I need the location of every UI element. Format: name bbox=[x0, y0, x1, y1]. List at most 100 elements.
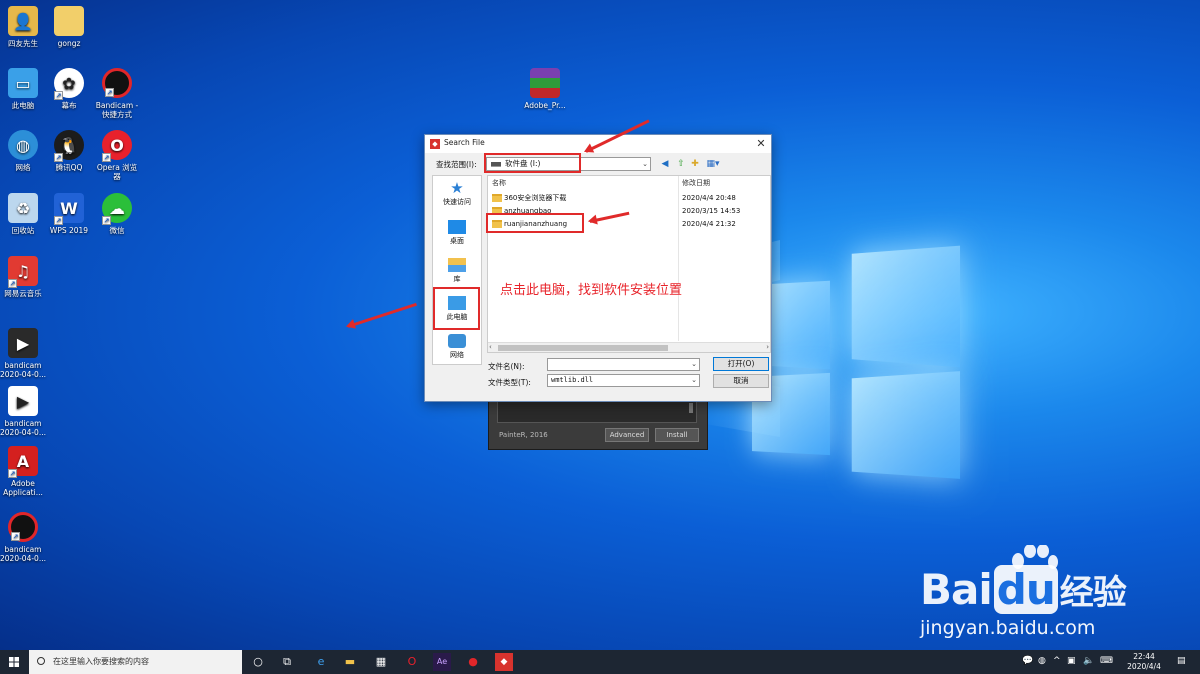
desktop-icon-user[interactable]: 👤 四友先生 bbox=[0, 6, 46, 48]
up-folder-icon[interactable]: ⇧ bbox=[675, 158, 687, 170]
installer-taskbar-icon[interactable]: ◆ bbox=[495, 653, 513, 671]
desktop-icon-gongz[interactable]: gongz bbox=[46, 6, 92, 48]
taskbar: 在这里输入你要搜索的内容 ○ ⧉ e ▬ ▦ O Ae ● ◆ 💬 ◍ ^ ▣ … bbox=[0, 650, 1200, 674]
taskbar-search-box[interactable]: 在这里输入你要搜索的内容 bbox=[29, 650, 242, 674]
desktop-icon-bandicam-video-2[interactable]: ▶ bandicam 2020-04-0... bbox=[0, 386, 46, 437]
desktop-icon-bandicam[interactable]: ↗ Bandicam - 快捷方式 bbox=[94, 68, 140, 119]
network-tray-icon[interactable]: ▣ bbox=[1067, 656, 1076, 666]
chevron-down-icon: ⌄ bbox=[642, 160, 648, 168]
baidu-paw-icon bbox=[1012, 545, 1058, 569]
taskbar-clock[interactable]: 22:44 2020/4/4 bbox=[1120, 652, 1168, 672]
desktop-icon bbox=[448, 220, 466, 234]
highlight-look-in bbox=[484, 153, 581, 173]
network-icon bbox=[448, 334, 466, 348]
calculator-icon[interactable]: ▦ bbox=[372, 653, 390, 671]
new-folder-icon[interactable]: ✚ bbox=[689, 158, 701, 170]
start-button[interactable] bbox=[0, 650, 28, 674]
cortana-icon[interactable]: ○ bbox=[249, 653, 267, 671]
scroll-right-icon[interactable]: › bbox=[766, 343, 769, 351]
filetype-select[interactable]: wmtlib.dll ⌄ bbox=[547, 374, 700, 387]
user-folder-icon: 👤 bbox=[8, 6, 38, 36]
desktop-icon-network[interactable]: ◍ 网络 bbox=[0, 130, 46, 172]
windows-logo bbox=[745, 225, 975, 479]
place-desktop[interactable]: 桌面 bbox=[433, 220, 481, 246]
place-network[interactable]: 网络 bbox=[433, 334, 481, 360]
chevron-down-icon: ⌄ bbox=[691, 360, 697, 368]
desktop-icon-adobe[interactable]: A ↗ Adobe Applicati... bbox=[0, 446, 46, 497]
place-quick-access[interactable]: ★ 快速访问 bbox=[433, 181, 481, 207]
app-icon: ◆ bbox=[430, 139, 440, 149]
desktop-icon-bandicam-video-1[interactable]: ▶ bandicam 2020-04-0... bbox=[0, 328, 46, 379]
installer-scrollbar[interactable] bbox=[689, 403, 693, 413]
notification-icon[interactable]: ▤ bbox=[1177, 656, 1186, 666]
wps-icon: W ↗ bbox=[54, 193, 84, 225]
bandicam-icon: ↗ bbox=[102, 68, 132, 98]
opera-taskbar-icon[interactable]: O bbox=[403, 653, 421, 671]
back-icon[interactable]: ◀ bbox=[659, 158, 671, 170]
desktop-icon-adobe-pr[interactable]: Adobe_Pr... bbox=[522, 68, 568, 110]
edge-icon[interactable]: e bbox=[312, 653, 330, 671]
look-in-label: 查找范围(I): bbox=[436, 160, 477, 169]
chevron-up-icon[interactable]: ^ bbox=[1053, 656, 1061, 666]
bandicam-taskbar-icon[interactable]: ● bbox=[464, 653, 482, 671]
place-libraries[interactable]: 库 bbox=[433, 258, 481, 284]
globe-tray-icon[interactable]: ◍ bbox=[1038, 656, 1046, 666]
column-modified[interactable]: 修改日期 bbox=[682, 178, 710, 188]
watermark-url: jingyan.baidu.com bbox=[920, 617, 1096, 639]
recycle-bin-icon: ♻ bbox=[8, 193, 38, 223]
highlight-this-pc bbox=[433, 287, 480, 330]
horizontal-scrollbar[interactable]: ‹ › bbox=[488, 342, 770, 352]
clock-date: 2020/4/4 bbox=[1127, 662, 1161, 671]
file-list: 名称 修改日期 360安全浏览器下载 2020/4/4 20:48 anzhua… bbox=[487, 175, 771, 353]
advanced-button[interactable]: Advanced bbox=[605, 428, 649, 442]
desktop-icon-this-pc[interactable]: ▭ 此电脑 bbox=[0, 68, 46, 110]
annotation-text: 点击此电脑，找到软件安装位置 bbox=[500, 283, 683, 298]
library-icon bbox=[448, 258, 466, 272]
install-button[interactable]: Install bbox=[655, 428, 699, 442]
volume-icon[interactable]: 🔈 bbox=[1083, 656, 1094, 666]
desktop-icon-wechat[interactable]: ☁ ↗ 微信 bbox=[94, 193, 140, 235]
filetype-label: 文件类型(T): bbox=[488, 378, 531, 387]
baidu-watermark: Bai du 经验 jingyan.baidu.com bbox=[920, 545, 1190, 645]
scroll-thumb[interactable] bbox=[498, 345, 668, 351]
desktop-icon-mubu[interactable]: ✿ ↗ 幕布 bbox=[46, 68, 92, 110]
network-globe-icon: ◍ bbox=[8, 130, 38, 160]
file-row[interactable]: 360安全浏览器下载 2020/4/4 20:48 bbox=[490, 192, 770, 204]
desktop-icon-wps[interactable]: W ↗ WPS 2019 bbox=[46, 193, 92, 235]
cancel-button[interactable]: 取消 bbox=[713, 374, 769, 388]
task-view-icon[interactable]: ⧉ bbox=[278, 653, 296, 671]
dialog-title: Search File bbox=[444, 138, 485, 147]
column-name[interactable]: 名称 bbox=[492, 178, 506, 188]
chevron-down-icon: ⌄ bbox=[691, 376, 697, 384]
video-file-icon: ▶ bbox=[8, 386, 38, 416]
installer-credit: PainteR, 2016 bbox=[499, 431, 548, 439]
clock-time: 22:44 bbox=[1133, 652, 1155, 661]
scroll-left-icon[interactable]: ‹ bbox=[489, 343, 492, 351]
file-explorer-icon[interactable]: ▬ bbox=[341, 653, 359, 671]
folder-icon bbox=[492, 194, 502, 202]
search-file-dialog: ◆ Search File ✕ 查找范围(I): 软件盘 (I:) ⌄ ◀ ⇧ … bbox=[424, 134, 772, 402]
desktop-icon-netease-music[interactable]: ♫ ↗ 网易云音乐 bbox=[0, 256, 46, 298]
folder-icon bbox=[54, 6, 84, 36]
search-icon bbox=[37, 657, 45, 665]
windows-start-icon bbox=[9, 657, 19, 667]
opera-icon: O ↗ bbox=[102, 130, 132, 162]
winrar-archive-icon bbox=[530, 68, 560, 98]
desktop-icon-recycle-bin[interactable]: ♻ 回收站 bbox=[0, 193, 46, 235]
wechat-tray-icon[interactable]: 💬 bbox=[1022, 656, 1033, 666]
mubu-icon: ✿ ↗ bbox=[54, 68, 84, 100]
highlight-folder bbox=[486, 213, 584, 233]
desktop-icon-bandicam-3[interactable]: ↗ bandicam 2020-04-0... bbox=[0, 512, 46, 563]
desktop-icon-qq[interactable]: 🐧 ↗ 腾讯QQ bbox=[46, 130, 92, 172]
after-effects-icon[interactable]: Ae bbox=[433, 653, 451, 671]
star-icon: ★ bbox=[450, 179, 464, 197]
wechat-icon: ☁ ↗ bbox=[102, 193, 132, 225]
close-icon[interactable]: ✕ bbox=[751, 135, 771, 153]
open-button[interactable]: 打开(O) bbox=[713, 357, 769, 371]
keyboard-icon[interactable]: ⌨ bbox=[1100, 656, 1113, 666]
desktop-icon-opera[interactable]: O ↗ Opera 浏览器 bbox=[94, 130, 140, 181]
view-menu-icon[interactable]: ▦▾ bbox=[704, 158, 722, 170]
filename-input[interactable]: ⌄ bbox=[547, 358, 700, 371]
filename-label: 文件名(N): bbox=[488, 362, 525, 371]
video-file-icon: ▶ bbox=[8, 328, 38, 358]
